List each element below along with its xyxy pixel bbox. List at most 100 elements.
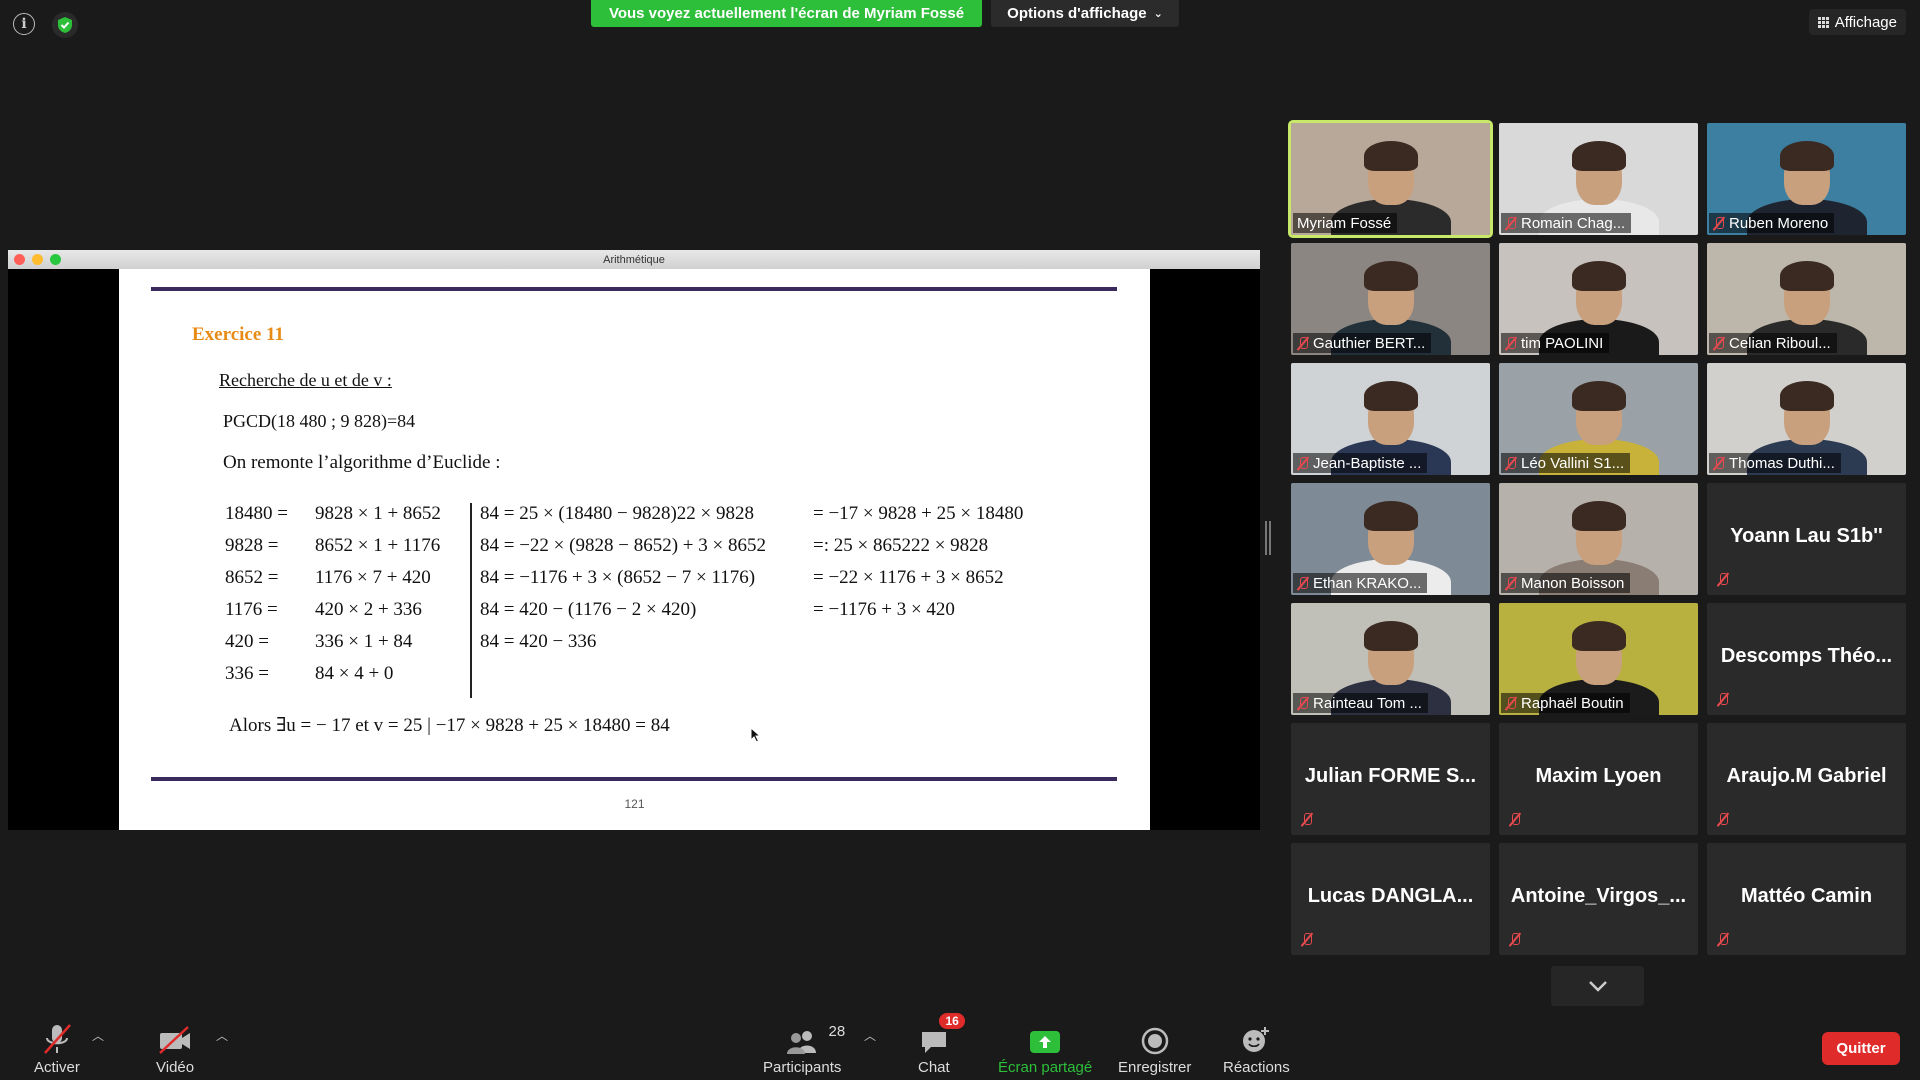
participant-name: Lucas DANGLA... <box>1307 885 1474 907</box>
unmute-label: Activer <box>34 1059 80 1076</box>
row-result: =: 25 × 865222 × 9828 <box>813 535 989 556</box>
participants-label: Participants <box>763 1059 842 1076</box>
row-division: 84 × 4 + 0 <box>315 663 394 684</box>
top-rule <box>151 287 1117 291</box>
participant-name: Gauthier BERT... <box>1313 334 1426 352</box>
participant-tile[interactable]: Maxim Lyoen <box>1499 723 1698 835</box>
row-result: = −22 × 1176 + 3 × 8652 <box>813 567 1004 588</box>
participant-name-tag: Ruben Moreno <box>1709 213 1835 233</box>
record-button[interactable]: Enregistrer <box>1118 1021 1191 1076</box>
info-icon[interactable]: i <box>13 13 35 35</box>
view-layout-label: Affichage <box>1834 13 1897 31</box>
mic-muted-icon <box>1297 576 1309 591</box>
participant-tile[interactable]: Léo Vallini S1... <box>1499 363 1698 475</box>
participant-name: Celian Riboul... <box>1729 334 1831 352</box>
unmute-button[interactable]: Activer <box>34 1021 80 1076</box>
participant-tile[interactable]: Gauthier BERT... <box>1291 243 1490 355</box>
participant-name-tag: Thomas Duthi... <box>1709 453 1841 473</box>
participants-options-caret-icon[interactable]: ︿ <box>864 1027 876 1044</box>
window-controls <box>14 254 61 265</box>
participant-tile[interactable]: Ethan KRAKO... <box>1291 483 1490 595</box>
grid-icon <box>1817 16 1829 28</box>
participants-button[interactable]: 28 Participants <box>763 1021 845 1076</box>
mic-muted-icon <box>1713 216 1725 231</box>
row-remontee: 84 = 420 − (1176 − 2 × 420) <box>480 599 697 620</box>
row-division: 336 × 1 + 84 <box>315 631 413 652</box>
row-lhs: 336 = <box>225 663 269 684</box>
mic-muted-icon <box>1509 932 1521 947</box>
participant-name: Léo Vallini S1... <box>1521 454 1625 472</box>
row-remontee: 84 = −22 × (9828 − 8652) + 3 × 8652 <box>480 535 766 556</box>
participant-name: Descomps Théo... <box>1720 645 1893 667</box>
participant-tile[interactable]: Ruben Moreno <box>1707 123 1906 235</box>
chat-bubble-icon <box>921 1032 946 1053</box>
row-result: = −17 × 9828 + 25 × 18480 <box>813 503 1024 524</box>
audio-options-caret-icon[interactable]: ︿ <box>92 1027 104 1044</box>
participant-tile[interactable]: Celian Riboul... <box>1707 243 1906 355</box>
participant-tile[interactable]: Myriam Fossé <box>1288 120 1493 238</box>
row-lhs: 18480 = <box>225 503 288 524</box>
participant-tile[interactable]: Thomas Duthi... <box>1707 363 1906 475</box>
participant-tile[interactable]: Manon Boisson <box>1499 483 1698 595</box>
splitter-handle[interactable] <box>1265 521 1271 555</box>
microphone-muted-icon <box>43 1024 71 1054</box>
mic-muted-icon <box>1505 456 1517 471</box>
participant-hair <box>1571 501 1626 531</box>
document-page: Exercice 11 Recherche de u et de v : PGC… <box>119 269 1150 830</box>
video-button[interactable]: Vidéo <box>156 1021 194 1076</box>
reactions-button[interactable]: Réactions <box>1223 1021 1290 1076</box>
participant-name: Maxim Lyoen <box>1535 765 1662 787</box>
participant-tile[interactable]: Araujo.M Gabriel <box>1707 723 1906 835</box>
video-off-icon <box>159 1026 191 1054</box>
participant-name: Manon Boisson <box>1521 574 1625 592</box>
participant-hair <box>1779 261 1834 291</box>
bottom-rule <box>151 777 1117 781</box>
participant-name: Ethan KRAKO... <box>1313 574 1422 592</box>
shield-check-icon[interactable] <box>52 12 78 38</box>
participant-name-tag: tim PAOLINI <box>1501 333 1610 353</box>
exercise-title: Exercice 11 <box>192 324 284 345</box>
view-layout-button[interactable]: Affichage <box>1808 9 1906 35</box>
participant-tile[interactable]: Raphaël Boutin <box>1499 603 1698 715</box>
participant-tile[interactable]: Antoine_Virgos_... <box>1499 843 1698 955</box>
participant-tile[interactable]: tim PAOLINI <box>1499 243 1698 355</box>
participant-name: Ruben Moreno <box>1729 214 1829 232</box>
intro-line: On remonte l’algorithme d’Euclide : <box>223 452 501 473</box>
participant-hair <box>1779 381 1834 411</box>
participant-tile[interactable]: Romain Chag... <box>1499 123 1698 235</box>
participant-name: Yoann Lau S1b'' <box>1730 525 1883 547</box>
participant-tile[interactable]: Julian FORME S... <box>1291 723 1490 835</box>
video-options-caret-icon[interactable]: ︿ <box>216 1027 228 1044</box>
participants-count: 28 <box>828 1023 846 1040</box>
participant-tile[interactable]: Mattéo Camin <box>1707 843 1906 955</box>
mic-muted-icon <box>1509 812 1521 827</box>
participant-name: Araujo.M Gabriel <box>1726 765 1887 787</box>
participant-hair <box>1363 141 1418 171</box>
table-separator <box>470 503 472 698</box>
gallery-next-page-button[interactable] <box>1551 966 1644 1006</box>
participant-tile[interactable]: Descomps Théo... <box>1707 603 1906 715</box>
meeting-toolbar: Activer ︿ Vidéo ︿ 28 Participants ︿ 16 C… <box>0 1010 1920 1080</box>
leave-meeting-button[interactable]: Quitter <box>1822 1032 1900 1065</box>
mic-muted-icon <box>1717 932 1729 947</box>
mouse-cursor-icon <box>750 727 761 743</box>
share-screen-button[interactable]: Écran partagé <box>998 1021 1092 1076</box>
participant-tile[interactable]: Jean-Baptiste ... <box>1291 363 1490 475</box>
share-screen-label: Écran partagé <box>998 1059 1093 1076</box>
view-options-button[interactable]: Options d'affichage ⌄ <box>991 0 1179 27</box>
participant-tile[interactable]: Yoann Lau S1b'' <box>1707 483 1906 595</box>
participant-name-tag: Celian Riboul... <box>1709 333 1837 353</box>
participant-hair <box>1571 141 1626 171</box>
mic-muted-icon <box>1297 336 1309 351</box>
row-division: 8652 × 1 + 1176 <box>315 535 441 556</box>
participant-tile[interactable]: Rainteau Tom ... <box>1291 603 1490 715</box>
participant-name-tag: Gauthier BERT... <box>1293 333 1432 353</box>
participant-hair <box>1571 381 1626 411</box>
participant-tile[interactable]: Lucas DANGLA... <box>1291 843 1490 955</box>
chat-button[interactable]: 16 Chat <box>918 1013 965 1076</box>
row-lhs: 420 = <box>225 631 269 652</box>
row-lhs: 8652 = <box>225 567 279 588</box>
participant-hair <box>1571 621 1626 651</box>
participant-name-tag: Rainteau Tom ... <box>1293 693 1428 713</box>
chat-label: Chat <box>918 1059 950 1076</box>
